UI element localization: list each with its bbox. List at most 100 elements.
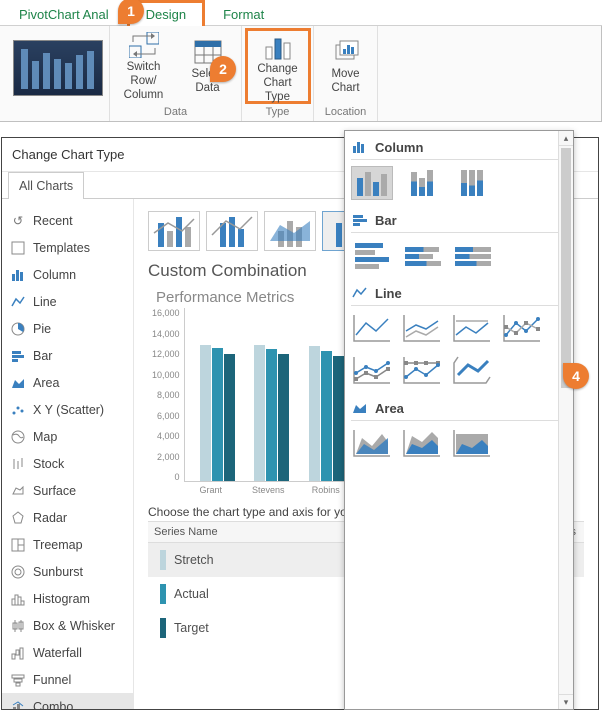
dd-100-stacked-line-markers[interactable] [401,354,443,388]
dd-clustered-bar[interactable] [351,239,393,273]
category-scatter[interactable]: X Y (Scatter) [2,396,133,423]
box-whisker-icon [10,618,26,634]
scroll-track[interactable] [559,146,573,694]
scroll-down-icon[interactable]: ▾ [559,694,573,709]
series-swatch-target [160,618,166,638]
map-icon [10,429,26,445]
category-templates[interactable]: Templates [2,234,133,261]
scroll-thumb[interactable] [561,148,571,388]
scatter-icon [10,402,26,418]
recent-icon: ↺ [10,213,26,229]
column-icon [10,267,26,283]
bar-icon [351,212,369,228]
chart-category-list[interactable]: ↺Recent Templates Column Line Pie Bar Ar… [2,199,134,709]
combo-subtype-2[interactable] [206,211,258,251]
dropdown-cat-column: Column [351,135,571,157]
dd-100-stacked-area[interactable] [451,427,493,461]
templates-icon [10,240,26,256]
category-stock[interactable]: Stock [2,450,133,477]
dd-stacked-bar[interactable] [401,239,443,273]
combo-subtype-3[interactable] [264,211,316,251]
category-sunburst[interactable]: Sunburst [2,558,133,585]
change-chart-type-dialog: Change Chart Type ✕ All Charts ↺Recent T… [1,137,599,710]
waterfall-icon [10,645,26,661]
step-badge-4: 4 [563,363,589,389]
area-icon [351,400,369,416]
category-treemap[interactable]: Treemap [2,531,133,558]
line-icon [10,294,26,310]
category-histogram[interactable]: Histogram [2,585,133,612]
dd-area[interactable] [351,427,393,461]
stock-icon [10,456,26,472]
move-chart-label: Move Chart [331,68,359,96]
series-swatch-stretch [160,550,166,570]
dropdown-cat-area: Area [351,396,571,418]
dd-100-stacked-line[interactable] [451,312,493,346]
chart-styles-gallery[interactable] [7,26,103,106]
radar-icon [10,510,26,526]
area-icon [10,375,26,391]
group-label-styles [53,106,56,121]
move-chart-icon [331,39,361,65]
dd-3d-line[interactable] [451,354,493,388]
dropdown-cat-line: Line [351,281,571,303]
line-icon [351,285,369,301]
category-area[interactable]: Area [2,369,133,396]
category-radar[interactable]: Radar [2,504,133,531]
category-column[interactable]: Column [2,261,133,288]
ribbon: Switch Row/ Column Select Data Data Chan… [0,26,602,122]
tab-format[interactable]: Format [205,1,282,28]
category-recent[interactable]: ↺Recent [2,207,133,234]
group-label-location: Location [325,106,367,121]
bar-icon [10,348,26,364]
scroll-up-icon[interactable]: ▴ [559,131,573,146]
category-funnel[interactable]: Funnel [2,666,133,693]
category-surface[interactable]: Surface [2,477,133,504]
category-line[interactable]: Line [2,288,133,315]
dropdown-scrollbar[interactable]: ▴ ▾ [558,131,573,709]
dd-line[interactable] [351,312,393,346]
change-chart-type-button[interactable]: Change Chart Type [245,28,311,104]
change-chart-type-label: Change Chart Type [250,63,306,104]
dd-stacked-line-markers[interactable] [351,354,393,388]
dd-stacked-area[interactable] [401,427,443,461]
header-series-name: Series Name [148,526,348,538]
move-chart-button[interactable]: Move Chart [314,34,378,98]
switch-row-column-label: Switch Row/ Column [114,61,174,102]
dd-clustered-column[interactable] [351,166,393,200]
sunburst-icon [10,564,26,580]
dd-100-stacked-bar[interactable] [451,239,493,273]
chart-style-thumb [13,40,103,96]
funnel-icon [10,672,26,688]
treemap-icon [10,537,26,553]
step-badge-2: 2 [210,56,236,82]
category-bar[interactable]: Bar [2,342,133,369]
dd-stacked-column[interactable] [401,166,443,200]
dd-stacked-line[interactable] [401,312,443,346]
tab-all-charts[interactable]: All Charts [8,172,84,199]
tab-pivotchart-analyze[interactable]: PivotChart Anal [1,1,127,28]
pie-icon [10,321,26,337]
column-icon [351,139,369,155]
category-waterfall[interactable]: Waterfall [2,639,133,666]
y-axis: 16,00014,00012,00010,0008,0006,0004,0002… [152,308,184,482]
ribbon-tabs: PivotChart Anal Design Format 1 [0,0,602,26]
switch-row-column-button[interactable]: Switch Row/ Column [112,27,176,104]
category-box-whisker[interactable]: Box & Whisker [2,612,133,639]
histogram-icon [10,591,26,607]
category-pie[interactable]: Pie [2,315,133,342]
category-map[interactable]: Map [2,423,133,450]
dd-100-stacked-column[interactable] [451,166,493,200]
group-label-type: Type [266,106,290,121]
dd-line-markers[interactable] [501,312,543,346]
dropdown-cat-bar: Bar [351,208,571,230]
dialog-title: Change Chart Type [12,147,125,162]
combo-subtype-1[interactable] [148,211,200,251]
column-chart-icon [263,35,293,61]
group-label-data: Data [164,106,187,121]
series-swatch-actual [160,584,166,604]
chart-type-dropdown-panel: Column Bar Line [344,130,574,710]
switch-icon [129,32,159,58]
surface-icon [10,483,26,499]
category-combo[interactable]: Combo [2,693,133,709]
